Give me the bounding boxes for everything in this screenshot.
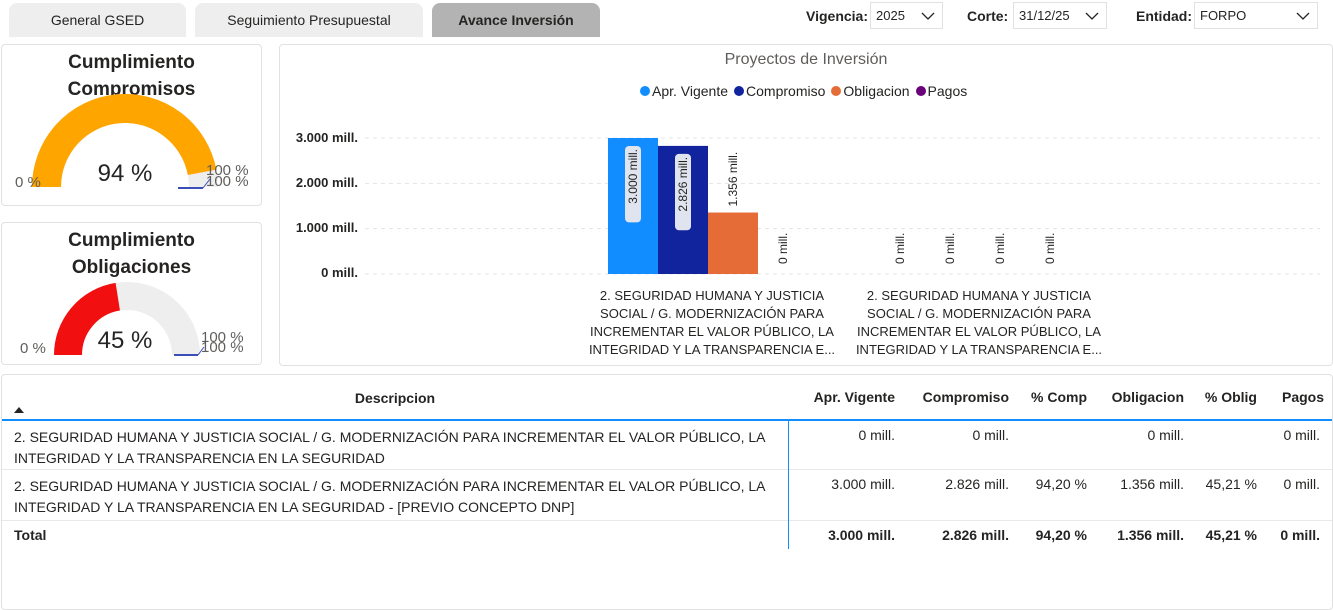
gauge-min-label: 0 % (15, 174, 41, 191)
cell-pct-oblig (1192, 420, 1265, 470)
cell-total-compromiso: 2.826 mill. (942, 526, 1009, 543)
cell-apr-vigente: 3.000 mill. (831, 476, 895, 492)
chevron-down-icon (1085, 12, 1099, 20)
bar[interactable] (708, 212, 758, 274)
data-label: 1.356 mill. (726, 152, 740, 207)
chevron-down-icon (921, 12, 935, 20)
cell-descripcion: 2. SEGURIDAD HUMANA Y JUSTICIA SOCIAL / … (2, 469, 789, 521)
table-row[interactable]: 2. SEGURIDAD HUMANA Y JUSTICIA SOCIAL / … (2, 420, 1332, 470)
cell-pagos: 0 mill. (1283, 476, 1320, 492)
entidad-label: Entidad: (1136, 8, 1192, 24)
gauge-value: 45 % (97, 327, 153, 354)
table-total-row: Total 3.000 mill. 2.826 mill. 94,20 % 1.… (2, 520, 1332, 549)
tab-seguimiento-presupuestal[interactable]: Seguimiento Presupuestal (195, 3, 423, 37)
column-header-pct-oblig[interactable]: % Oblig (1192, 375, 1265, 420)
vigencia-label: Vigencia: (806, 8, 868, 24)
cell-compromiso: 0 mill. (972, 427, 1009, 443)
data-label: 0 mill. (893, 233, 907, 264)
corte-dropdown[interactable]: 31/12/25 (1013, 2, 1107, 29)
investment-table: Descripcion Apr. Vigente Compromiso % Co… (2, 375, 1332, 549)
column-header-pagos[interactable]: Pagos (1265, 375, 1332, 420)
x-category-label: 2. SEGURIDAD HUMANA Y JUSTICIA SOCIAL / … (855, 288, 1103, 357)
entidad-value: FORPO (1200, 8, 1247, 23)
entidad-dropdown[interactable]: FORPO (1194, 2, 1318, 29)
cell-total-obligacion: 1.356 mill. (1117, 526, 1184, 543)
cell-descripcion: 2. SEGURIDAD HUMANA Y JUSTICIA SOCIAL / … (2, 420, 789, 470)
data-label: 0 mill. (943, 233, 957, 264)
data-label: 3.000 mill. (625, 146, 641, 223)
gauge-max-label: 100 % (201, 339, 244, 356)
data-label-text: 0 mill. (943, 233, 957, 264)
chart-card: Proyectos de Inversión Apr. Vigente Comp… (279, 44, 1333, 366)
vigencia-dropdown[interactable]: 2025 (870, 2, 943, 29)
data-label: 0 mill. (1043, 233, 1057, 264)
cell-pct-oblig: 45,21 % (1205, 476, 1257, 492)
data-label-text: 0 mill. (776, 233, 790, 264)
data-label: 0 mill. (993, 233, 1007, 264)
data-label-text: 2.826 mill. (676, 157, 690, 212)
tab-general-gsed[interactable]: General GSED (9, 3, 186, 37)
vigencia-value: 2025 (876, 8, 905, 23)
gauge-min-label: 0 % (20, 340, 46, 357)
column-header-descripcion[interactable]: Descripcion (2, 375, 788, 420)
cell-obligacion: 1.356 mill. (1120, 476, 1184, 492)
column-header-obligacion[interactable]: Obligacion (1095, 375, 1192, 420)
cell-obligacion: 0 mill. (1147, 427, 1184, 443)
cell-pct-comp: 94,20 % (1035, 476, 1087, 492)
table-card: Descripcion Apr. Vigente Compromiso % Co… (1, 374, 1333, 610)
column-header-apr-vigente[interactable]: Apr. Vigente (788, 375, 903, 420)
x-category-label: 2. SEGURIDAD HUMANA Y JUSTICIA SOCIAL / … (588, 288, 836, 357)
cell-total-label: Total (2, 520, 789, 549)
cell-total-pct-comp: 94,20 % (1035, 526, 1087, 543)
data-label-text: 0 mill. (893, 233, 907, 264)
cell-apr-vigente: 0 mill. (858, 427, 895, 443)
gauge-card-obligaciones: Cumplimiento Obligaciones 45 % 0 % 100 %… (1, 222, 262, 365)
cell-compromiso: 2.826 mill. (945, 476, 1009, 492)
data-label-text: 1.356 mill. (726, 152, 740, 207)
cell-total-pagos: 0 mill. (1280, 526, 1320, 543)
cell-pct-comp (1017, 420, 1095, 470)
data-label: 2.826 mill. (675, 153, 691, 231)
data-label: 0 mill. (776, 233, 790, 264)
column-header-pct-comp[interactable]: % Comp (1017, 375, 1095, 420)
gauge-card-compromisos: Cumplimiento Compromisos 94 % 0 % 100 % … (1, 44, 262, 206)
data-label-text: 0 mill. (993, 233, 1007, 264)
cell-pagos: 0 mill. (1283, 427, 1320, 443)
tab-avance-inversion[interactable]: Avance Inversión (432, 3, 600, 37)
chevron-down-icon (1296, 12, 1310, 20)
data-label-text: 3.000 mill. (626, 149, 640, 204)
column-header-compromiso[interactable]: Compromiso (903, 375, 1017, 420)
corte-label: Corte: (967, 8, 1009, 24)
data-label-text: 0 mill. (1043, 233, 1057, 264)
table-row[interactable]: 2. SEGURIDAD HUMANA Y JUSTICIA SOCIAL / … (2, 469, 1332, 521)
gauge-max-label: 100 % (206, 173, 249, 190)
cell-total-apr-vigente: 3.000 mill. (828, 526, 895, 543)
gauge-value: 94 % (97, 160, 153, 187)
corte-value: 31/12/25 (1019, 8, 1070, 23)
cell-total-pct-oblig: 45,21 % (1205, 526, 1257, 543)
